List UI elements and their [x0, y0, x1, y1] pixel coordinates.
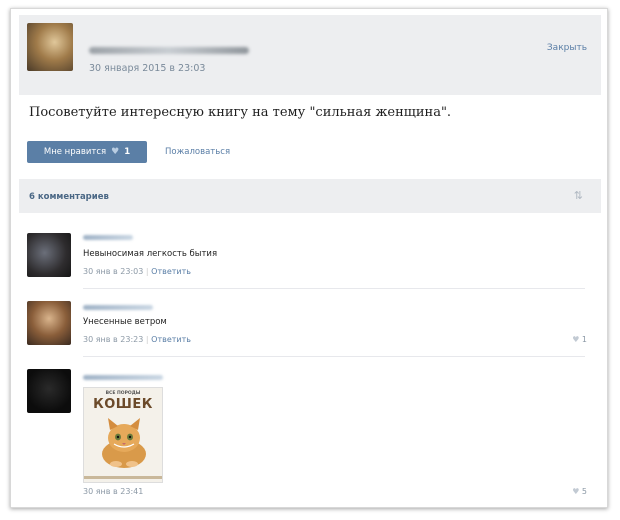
comment-meta: 30 янв в 23:23 | Ответить: [83, 335, 191, 344]
like-button[interactable]: Мне нравится ♥ 1: [27, 141, 147, 163]
report-link[interactable]: Пожаловаться: [165, 147, 230, 157]
comment-like-button[interactable]: ♥ 5: [572, 487, 587, 496]
commenter-avatar[interactable]: [27, 233, 71, 277]
post-date[interactable]: 30 января 2015 в 23:03: [89, 63, 205, 74]
comment-meta: 30 янв в 23:03 | Ответить: [83, 267, 191, 276]
heart-icon: ♥: [572, 335, 580, 344]
like-count: 1: [124, 147, 131, 157]
commenter-name-blurred[interactable]: [83, 375, 163, 380]
comment-like-count: 1: [581, 335, 587, 344]
comments-header: 6 комментариев ⇅: [19, 179, 601, 213]
book-cover-image[interactable]: ВСЕ ПОРОДЫ КОШЕК: [83, 387, 163, 483]
comment-like-button[interactable]: ♥ 1: [572, 335, 587, 344]
divider: [83, 288, 585, 289]
heart-icon: ♥: [111, 147, 120, 157]
comment-date[interactable]: 30 янв в 23:41: [83, 487, 143, 496]
author-name-blurred[interactable]: [89, 47, 249, 54]
close-link[interactable]: Закрыть: [547, 43, 587, 53]
comment-item: Унесенные ветром 30 янв в 23:23 | Ответи…: [19, 295, 601, 355]
book-footer-strip: [84, 476, 162, 479]
comment-item: Невыносимая легкость бытия 30 янв в 23:0…: [19, 227, 601, 287]
comment-text: Невыносимая легкость бытия: [83, 249, 218, 259]
author-avatar[interactable]: [27, 23, 73, 71]
book-subtitle: ВСЕ ПОРОДЫ: [105, 391, 141, 396]
divider: [83, 356, 585, 357]
comment-date[interactable]: 30 янв в 23:23: [83, 335, 143, 344]
cat-illustration: [102, 418, 146, 468]
reply-link[interactable]: Ответить: [151, 267, 191, 276]
comments-count[interactable]: 6 комментариев: [29, 192, 109, 202]
comment-date[interactable]: 30 янв в 23:03: [83, 267, 143, 276]
comment-like-count: 5: [581, 487, 587, 496]
commenter-avatar[interactable]: [27, 301, 71, 345]
post-header: 30 января 2015 в 23:03 Закрыть: [19, 15, 601, 95]
like-label: Мне нравится: [43, 147, 107, 157]
sort-icon[interactable]: ⇅: [574, 189, 583, 202]
reply-link[interactable]: Ответить: [151, 335, 191, 344]
post-card: 30 января 2015 в 23:03 Закрыть Посоветуй…: [10, 8, 608, 508]
commenter-avatar[interactable]: [27, 369, 71, 413]
comment-text: Унесенные ветром: [83, 317, 167, 327]
commenter-name-blurred[interactable]: [83, 235, 133, 240]
commenter-name-blurred[interactable]: [83, 305, 153, 310]
heart-icon: ♥: [572, 487, 580, 496]
book-title: КОШЕК: [93, 397, 153, 412]
post-text: Посоветуйте интересную книгу на тему "си…: [29, 105, 452, 120]
